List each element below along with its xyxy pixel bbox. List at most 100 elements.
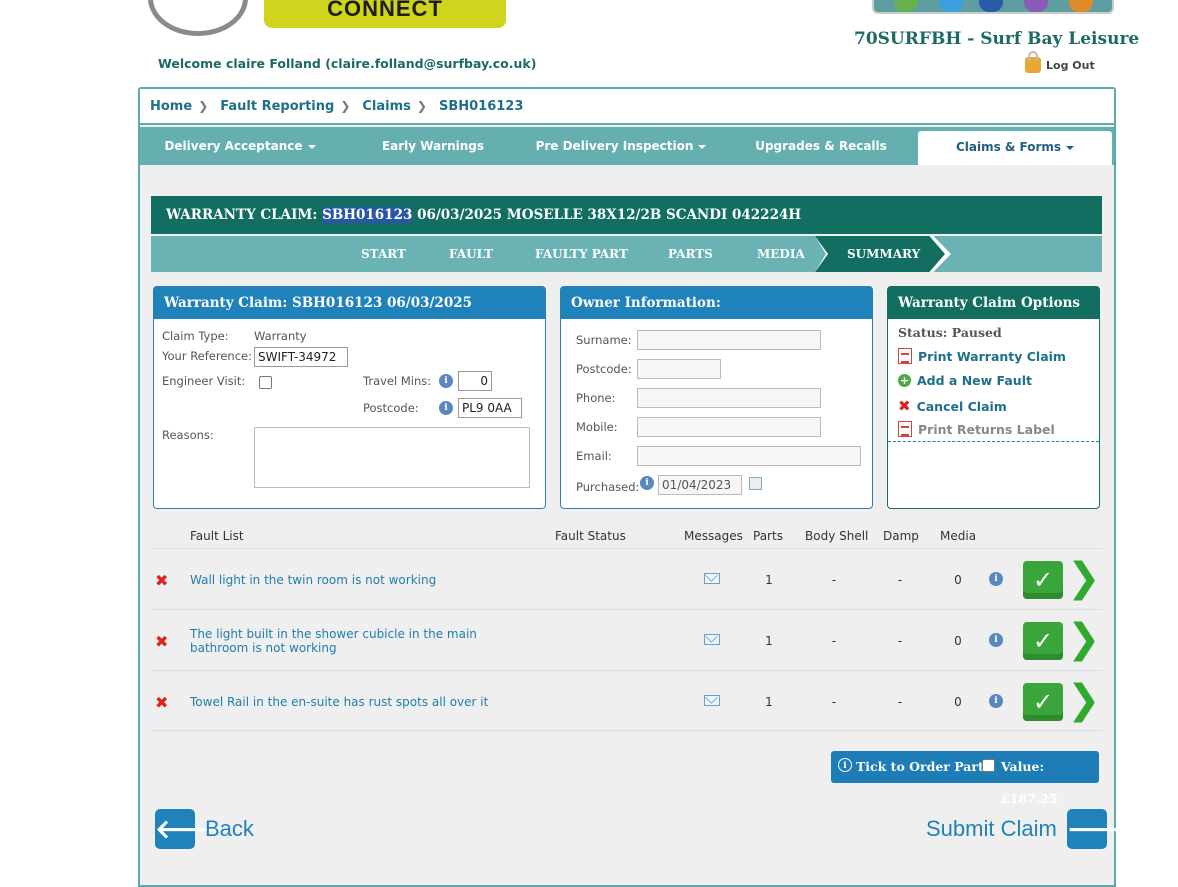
chevron-right-icon[interactable]: ❯: [1067, 558, 1101, 599]
col-messages: Messages: [684, 529, 743, 543]
info-icon[interactable]: i: [838, 758, 852, 772]
step-start[interactable]: START: [361, 236, 406, 272]
purchased-date-input[interactable]: 01/04/2023: [658, 475, 742, 495]
pdf-icon: [898, 421, 912, 437]
back-button[interactable]: 🡐 Back: [155, 809, 254, 849]
delete-fault-icon[interactable]: ✖: [155, 571, 168, 590]
damp-value: -: [897, 634, 903, 648]
info-icon[interactable]: i: [989, 694, 1003, 708]
nav-pre-delivery-inspection[interactable]: Pre Delivery Inspection: [526, 127, 716, 165]
col-body-shell: Body Shell: [805, 529, 869, 543]
travel-mins-input[interactable]: 0: [458, 371, 492, 391]
calendar-icon[interactable]: [749, 477, 762, 490]
chevron-right-icon: ❯: [340, 99, 351, 113]
phone-input[interactable]: [637, 388, 821, 408]
chevron-right-icon[interactable]: ❯: [1067, 680, 1101, 721]
checkmark-button[interactable]: ✓: [1023, 622, 1063, 660]
owner-postcode-input[interactable]: [637, 359, 721, 379]
logout-link[interactable]: Log Out: [1025, 51, 1095, 73]
fault-description-link[interactable]: Towel Rail in the en-suite has rust spot…: [190, 695, 535, 709]
nav-claims-forms[interactable]: Claims & Forms: [918, 131, 1112, 165]
chevron-right-icon[interactable]: ❯: [1067, 619, 1101, 660]
claim-type-value: Warranty: [254, 329, 307, 343]
reference-label: Your Reference:: [162, 349, 252, 363]
delete-fault-icon[interactable]: ✖: [155, 693, 168, 712]
add-fault-link[interactable]: + Add a New Fault: [898, 373, 1032, 388]
mobile-label: Mobile:: [576, 420, 618, 434]
mobile-input[interactable]: [637, 417, 821, 437]
nav-early-warnings[interactable]: Early Warnings: [340, 127, 526, 165]
step-summary[interactable]: SUMMARY: [847, 236, 920, 272]
postcode-label: Postcode:: [363, 401, 419, 415]
breadcrumb-home[interactable]: Home: [150, 99, 192, 114]
damp-value: -: [897, 573, 903, 587]
owner-info-panel: Owner Information: Surname: Postcode: Ph…: [560, 286, 873, 509]
email-input[interactable]: [637, 446, 861, 466]
chevron-right-icon: ❯: [416, 99, 427, 113]
reasons-label: Reasons:: [162, 428, 214, 442]
postcode-input[interactable]: PL9 0AA: [458, 398, 522, 418]
media-count: 0: [954, 695, 962, 709]
step-faulty-part[interactable]: FAULTY PART: [535, 236, 628, 272]
checkmark-button[interactable]: ✓: [1023, 561, 1063, 599]
order-parts-label: Tick to Order Parts:: [856, 759, 996, 774]
reasons-textarea[interactable]: [254, 427, 530, 488]
info-icon[interactable]: i: [439, 374, 453, 388]
logo-emblem: [148, 0, 248, 36]
message-icon[interactable]: [704, 573, 720, 584]
wizard-steps: START FAULT FAULTY PART PARTS MEDIA SUMM…: [151, 236, 1102, 272]
body-shell-value: -: [831, 695, 837, 709]
engineer-visit-label: Engineer Visit:: [162, 374, 246, 388]
owner-postcode-label: Postcode:: [576, 362, 632, 376]
checkmark-button[interactable]: ✓: [1023, 683, 1063, 721]
message-icon[interactable]: [704, 634, 720, 645]
arrow-right-icon: 🡒: [1066, 809, 1137, 849]
order-parts-box: i Tick to Order Parts: Value: £187.25: [831, 751, 1099, 806]
claim-details-panel: Warranty Claim: SBH016123 06/03/2025 Cla…: [153, 286, 546, 509]
claim-status: Status: Paused: [898, 325, 1002, 340]
chevron-right-icon: ❯: [198, 99, 209, 113]
nav-upgrades-recalls[interactable]: Upgrades & Recalls: [716, 127, 926, 165]
parts-count: 1: [765, 634, 773, 648]
media-count: 0: [954, 634, 962, 648]
media-count: 0: [954, 573, 962, 587]
cancel-claim-link[interactable]: ✖ Cancel Claim: [898, 397, 1007, 415]
step-parts[interactable]: PARTS: [668, 236, 713, 272]
plus-icon: +: [898, 374, 911, 387]
claim-options-panel: Warranty Claim Options Status: Paused Pr…: [887, 286, 1100, 509]
message-icon[interactable]: [704, 695, 720, 706]
top-navigation: Delivery Acceptance Early Warnings Pre D…: [140, 127, 1114, 165]
delete-fault-icon[interactable]: ✖: [155, 632, 168, 651]
table-row: ✖ Wall light in the twin room is not wor…: [151, 548, 1103, 609]
reference-input[interactable]: SWIFT-34972: [254, 347, 348, 367]
info-icon[interactable]: i: [989, 633, 1003, 647]
parts-count: 1: [765, 573, 773, 587]
nav-delivery-acceptance[interactable]: Delivery Acceptance: [140, 127, 340, 165]
brand-logos-bar: [872, 0, 1114, 14]
step-fault[interactable]: FAULT: [449, 236, 493, 272]
surname-input[interactable]: [637, 330, 821, 350]
fault-description-link[interactable]: The light built in the shower cubicle in…: [190, 627, 535, 655]
info-icon[interactable]: i: [989, 572, 1003, 586]
caret-down-icon: [307, 144, 316, 149]
breadcrumb-claim-ref[interactable]: SBH016123: [439, 99, 523, 114]
info-icon[interactable]: i: [640, 476, 654, 490]
breadcrumb: Home ❯ Fault Reporting ❯ Claims ❯ SBH016123: [140, 89, 1114, 125]
purchased-label: Purchased:: [576, 480, 640, 494]
breadcrumb-fault-reporting[interactable]: Fault Reporting: [220, 99, 334, 114]
caret-down-icon: [698, 144, 707, 149]
engineer-visit-checkbox[interactable]: [259, 376, 272, 389]
email-label: Email:: [576, 449, 612, 463]
surname-label: Surname:: [576, 333, 632, 347]
fault-description-link[interactable]: Wall light in the twin room is not worki…: [190, 573, 535, 587]
divider: [888, 441, 1099, 442]
print-claim-link[interactable]: Print Warranty Claim: [898, 348, 1066, 364]
order-parts-checkbox[interactable]: [982, 759, 995, 772]
print-returns-link[interactable]: Print Returns Label: [898, 421, 1055, 437]
main-frame: Home ❯ Fault Reporting ❯ Claims ❯ SBH016123…: [138, 87, 1137, 887]
step-media[interactable]: MEDIA: [757, 236, 805, 272]
submit-claim-button[interactable]: Submit Claim 🡒: [926, 809, 1137, 849]
info-icon[interactable]: i: [439, 401, 453, 415]
arrow-left-icon: 🡐: [155, 809, 225, 849]
breadcrumb-claims[interactable]: Claims: [362, 99, 411, 114]
